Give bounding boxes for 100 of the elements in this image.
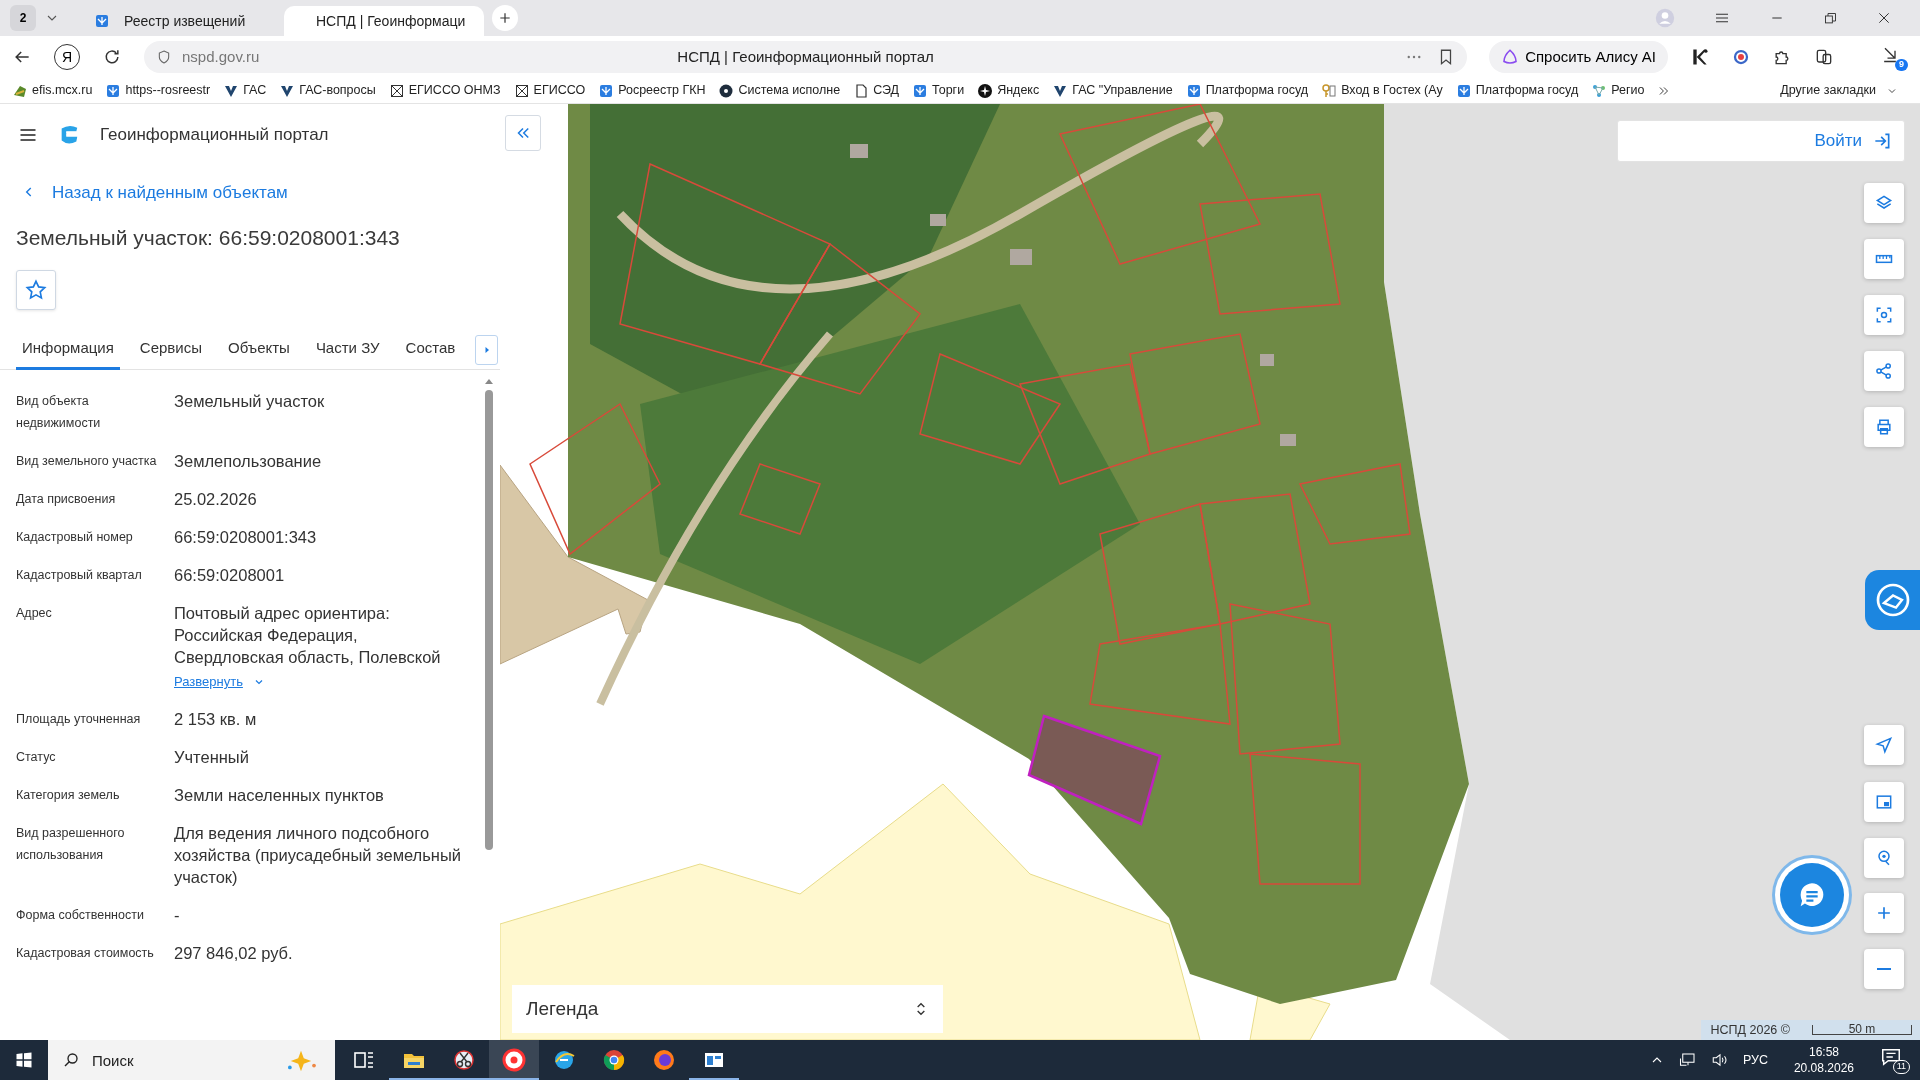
info-tab[interactable]: Информация: [16, 329, 120, 370]
tab-count-button[interactable]: 2: [10, 5, 36, 31]
favorite-button[interactable]: [16, 270, 56, 311]
map-drawing[interactable]: [500, 104, 1920, 1040]
minimap-button[interactable]: [1864, 782, 1904, 822]
chat-person-icon: [1874, 582, 1911, 618]
scissors-icon: [452, 1048, 476, 1072]
scale-bar: 50 m: [1812, 1025, 1912, 1035]
printer-icon: [1874, 417, 1894, 437]
bookmark[interactable]: https--rosreestr: [105, 81, 211, 100]
expand-link[interactable]: Развернуть: [174, 672, 265, 692]
zoom-in-button[interactable]: [1864, 893, 1904, 933]
bookmark[interactable]: ЕГИССО ОНМЗ: [388, 81, 501, 100]
volume-icon[interactable]: [1710, 1051, 1729, 1069]
bookmark[interactable]: ГАС: [223, 81, 267, 100]
search-icon: [62, 1051, 80, 1069]
field-label: Форма собственности: [16, 906, 145, 924]
search-field[interactable]: Поиск: [48, 1040, 335, 1080]
fox-globe-logo-icon: [652, 1048, 676, 1072]
browser-tab[interactable]: НСПД | Геоинформаци: [284, 6, 484, 36]
crossed-box-icon: [388, 82, 405, 99]
sparkle-icon: [977, 82, 994, 99]
address-bar[interactable]: nspd.gov.ru НСПД | Геоинформационный портал: [144, 41, 1468, 73]
minus-icon: [1876, 968, 1892, 970]
ruler-button[interactable]: [1864, 239, 1904, 279]
field-value: 297 846,02 руб.: [174, 942, 294, 964]
geo-search-button[interactable]: [1864, 838, 1904, 878]
share-icon: [1874, 361, 1894, 381]
print-button[interactable]: [1864, 407, 1904, 447]
info-tab[interactable]: Объекты: [222, 329, 296, 370]
k-logo-icon[interactable]: [1690, 47, 1710, 67]
field-value: 25.02.2026: [174, 489, 258, 511]
network-icon[interactable]: [1678, 1051, 1697, 1069]
alice-button[interactable]: Спросить Алису AI: [1489, 41, 1668, 73]
login-button[interactable]: Войти: [1617, 120, 1905, 162]
layers-button[interactable]: [1864, 183, 1904, 223]
round-logo-icon[interactable]: [1732, 48, 1750, 66]
feedback-tab[interactable]: [1865, 570, 1920, 630]
bookmark[interactable]: ЕГИССО: [513, 81, 586, 100]
info-tab[interactable]: Сервисы: [133, 329, 208, 370]
bookmark[interactable]: Вход в Гостех (Ау: [1321, 81, 1443, 100]
legend-panel[interactable]: Легенда: [512, 985, 943, 1033]
field-label: Площадь уточненная: [16, 710, 142, 728]
close-icon[interactable]: [1876, 10, 1892, 26]
field-label: Кадастровый квартал: [16, 567, 143, 585]
key-icon: [1321, 82, 1338, 99]
field-label: Кадастровый номер: [16, 529, 134, 547]
back-link[interactable]: Назад к найденным объектам: [0, 147, 288, 205]
field-value: 66:59:0208001: [174, 565, 286, 587]
shield-icon: [156, 49, 172, 65]
field-value: Учтенный: [174, 746, 250, 768]
bookmark[interactable]: Платформа госуд: [1455, 81, 1579, 100]
object-heading: Земельный участок: 66:59:0208001:343: [16, 225, 401, 251]
eagle-icon: [1455, 82, 1472, 99]
other-bookmarks[interactable]: Другие закладки: [1780, 81, 1898, 100]
bookmark[interactable]: Росреестр ГКН: [598, 81, 706, 100]
crossed-box-icon: [513, 82, 530, 99]
field-label: Категория земель: [16, 786, 121, 804]
field-label: Адрес: [16, 605, 53, 623]
clock[interactable]: 16:58 20.08.2026: [1793, 1043, 1854, 1077]
field-label: Кадастровая стоимость: [16, 944, 155, 962]
plus-icon: [497, 10, 513, 26]
round-tricolor-logo-icon: [602, 1048, 626, 1072]
collections-icon[interactable]: [1814, 47, 1834, 67]
bookmark[interactable]: ГАС "Управление: [1052, 81, 1173, 100]
eagle-icon: [912, 82, 929, 99]
alice-icon: [1501, 48, 1520, 66]
bookmark[interactable]: СЭД: [853, 81, 900, 100]
notifications-button[interactable]: 11: [1880, 1046, 1910, 1074]
bookmark[interactable]: ГАС-вопросы: [279, 81, 376, 100]
restore-icon[interactable]: [1823, 10, 1838, 26]
field-label: Вид объекта недвижимости: [16, 393, 102, 433]
language-indicator[interactable]: РУС: [1742, 1050, 1768, 1070]
url-text[interactable]: nspd.gov.ru: [182, 45, 260, 69]
field-value: Земли населенных пунктов: [174, 784, 385, 806]
browser-tab[interactable]: Реестр извещений: [76, 6, 276, 36]
locate-button[interactable]: [1864, 725, 1904, 765]
bookmark[interactable]: Яндекс: [977, 81, 1040, 100]
share-button[interactable]: [1864, 351, 1904, 391]
new-tab-button[interactable]: [492, 5, 518, 31]
downloads-button[interactable]: 9: [1880, 43, 1908, 71]
page-title: НСПД | Геоинформационный портал: [677, 46, 934, 67]
bookmark[interactable]: efis.mcx.ru: [12, 81, 93, 100]
field-value: -: [174, 904, 181, 926]
scan-frame-icon: [1874, 305, 1894, 325]
bookmark[interactable]: Регио: [1591, 81, 1645, 100]
bookmark[interactable]: Торги: [912, 81, 965, 100]
yandex-button[interactable]: Я: [54, 44, 80, 70]
info-tab[interactable]: Состав: [399, 329, 462, 370]
bookmark[interactable]: Платформа госуд: [1185, 81, 1309, 100]
info-tab[interactable]: Части ЗУ: [309, 329, 386, 370]
map-attribution: НСПД 2026 ©: [1710, 1021, 1790, 1039]
taskbar-app[interactable]: [489, 1040, 539, 1080]
collapse-panel-button[interactable]: [505, 115, 541, 151]
eagle-icon: [598, 82, 615, 99]
globe-e-logo-icon: [552, 1048, 576, 1072]
network-icon: [1591, 82, 1608, 99]
windows-logo-icon: [15, 1051, 33, 1069]
bookmark[interactable]: Система исполне: [718, 81, 841, 100]
area-select-button[interactable]: [1864, 295, 1904, 335]
